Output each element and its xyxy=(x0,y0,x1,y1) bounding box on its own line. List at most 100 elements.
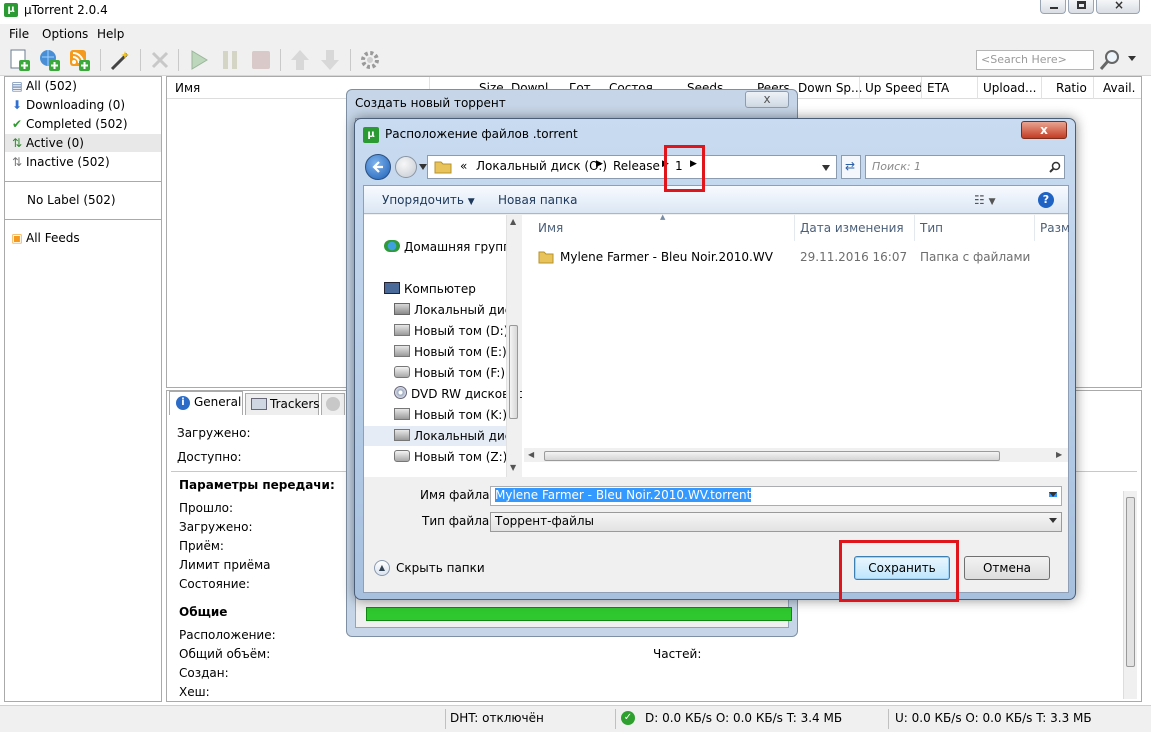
start-icon[interactable] xyxy=(187,48,211,72)
checkmark-icon: ✔ xyxy=(11,117,23,131)
column-header-ratio[interactable]: Ratio xyxy=(1056,81,1087,95)
filename-input[interactable]: Mylene Farmer - Bleu Noir.2010.WV.torren… xyxy=(490,486,1062,506)
scroll-up-icon[interactable]: ▲ xyxy=(510,217,516,226)
forward-button[interactable] xyxy=(395,156,417,178)
tab-general[interactable]: i General xyxy=(169,391,243,415)
refresh-button[interactable]: ⇄ xyxy=(841,155,861,179)
remove-icon[interactable] xyxy=(148,48,172,72)
detail-scrollbar[interactable] xyxy=(1123,491,1137,699)
search-magnifier-icon[interactable] xyxy=(1098,48,1122,72)
app-titlebar: µ µTorrent 2.0.4 × xyxy=(0,0,1151,24)
dvd-icon xyxy=(394,386,407,399)
help-icon[interactable]: ? xyxy=(1038,192,1054,208)
column-header-size[interactable]: Разм xyxy=(1040,221,1070,235)
view-options-icon[interactable]: ☷ ▼ xyxy=(974,193,996,207)
sidebar-item-completed[interactable]: ✔ Completed (502) xyxy=(11,115,128,133)
horizontal-scroll-thumb[interactable] xyxy=(544,451,1000,461)
tab-trackers[interactable]: Trackers xyxy=(245,393,320,415)
file-list[interactable]: ▲ Имя Дата изменения Тип Разм Mylene Far… xyxy=(522,213,1070,477)
download-arrow-icon: ⬇ xyxy=(11,98,23,112)
menu-help[interactable]: Help xyxy=(97,27,124,41)
drive-icon xyxy=(394,345,410,357)
pause-icon[interactable] xyxy=(218,48,242,72)
filetype-select[interactable]: Торрент-файлы xyxy=(490,512,1062,532)
downloaded-amount-label: Загружено: xyxy=(179,520,253,534)
filename-dropdown-icon[interactable] xyxy=(1049,492,1057,497)
scroll-left-icon[interactable]: ◀ xyxy=(528,450,534,459)
add-url-icon[interactable] xyxy=(38,48,62,72)
scroll-right-icon[interactable]: ▶ xyxy=(1056,450,1062,459)
back-button[interactable] xyxy=(365,154,391,180)
toolbar-search-input[interactable]: <Search Here> xyxy=(976,50,1094,70)
column-header-eta[interactable]: ETA xyxy=(927,81,949,95)
create-torrent-close-button[interactable]: x xyxy=(745,91,789,108)
cancel-button[interactable]: Отмена xyxy=(964,556,1050,580)
column-header-down-speed[interactable]: Down Sp... xyxy=(798,81,863,95)
breadcrumb-separator-icon[interactable]: ▶ xyxy=(596,159,603,169)
command-bar: Упорядочить ▼ Новая папка ☷ ▼ ? xyxy=(364,186,1068,214)
preferences-gear-icon[interactable] xyxy=(358,48,382,72)
transfer-section-header: Параметры передачи: xyxy=(179,478,335,492)
downloaded-label: Загружено: xyxy=(177,426,251,440)
add-torrent-icon[interactable] xyxy=(8,48,32,72)
sort-ascending-icon: ▲ xyxy=(660,213,666,221)
save-dialog-close-button[interactable]: x xyxy=(1021,121,1067,139)
filetype-dropdown-icon[interactable] xyxy=(1049,518,1057,523)
sidebar-item-downloading[interactable]: ⬇ Downloading (0) xyxy=(11,96,125,114)
utorrent-logo-icon: µ xyxy=(4,3,18,17)
column-header-availability[interactable]: Avail. xyxy=(1103,81,1135,95)
column-header-date-modified[interactable]: Дата изменения xyxy=(800,221,904,235)
menu-file[interactable]: File xyxy=(9,27,29,41)
minimize-button[interactable] xyxy=(1040,0,1066,14)
network-ok-icon[interactable]: ✓ xyxy=(621,711,635,725)
move-down-icon[interactable] xyxy=(318,48,342,72)
menu-bar: File Options Help xyxy=(0,24,1151,44)
breadcrumb-overflow[interactable]: « xyxy=(460,159,467,173)
column-header-uploaded[interactable]: Upload... xyxy=(983,81,1037,95)
download-limit-label: Лимит приёма xyxy=(179,558,271,572)
tab-peers[interactable] xyxy=(321,393,345,415)
nav-item-homegroup[interactable]: Домашняя группа xyxy=(384,237,524,257)
sidebar-item-active[interactable]: ⇅ Active (0) xyxy=(5,134,161,152)
column-header-name[interactable]: Имя xyxy=(175,81,200,95)
nav-item-local-disk-selected[interactable]: Локальный диск xyxy=(364,426,506,446)
maximize-button[interactable] xyxy=(1068,0,1094,14)
column-header-file-name[interactable]: Имя xyxy=(538,221,563,235)
collapse-chevron-up-icon: ▲ xyxy=(374,560,390,576)
dht-status[interactable]: DHT: отключён xyxy=(450,711,544,725)
trackers-icon xyxy=(251,398,267,410)
nav-item-computer[interactable]: Компьютер xyxy=(384,279,524,299)
stop-icon[interactable] xyxy=(249,48,273,72)
sidebar-item-all[interactable]: ▤ All (502) xyxy=(11,77,77,95)
breadcrumb[interactable]: « Локальный диск (O:) ▶ Release ▶ 1 ▶ xyxy=(427,155,837,179)
close-window-button[interactable]: × xyxy=(1096,0,1140,14)
organize-button[interactable]: Упорядочить ▼ xyxy=(382,193,475,207)
file-type: Папка с файлами xyxy=(920,250,1031,264)
new-folder-button[interactable]: Новая папка xyxy=(498,193,577,207)
add-rss-icon[interactable] xyxy=(68,48,92,72)
folder-search-input[interactable]: Поиск: 1 xyxy=(865,155,1065,179)
breadcrumb-item-drive[interactable]: Локальный диск (O:) xyxy=(476,159,607,173)
move-up-icon[interactable] xyxy=(288,48,312,72)
column-header-type[interactable]: Тип xyxy=(920,221,943,235)
column-header-up-speed[interactable]: Up Speed xyxy=(865,81,923,95)
file-list-horizontal-scrollbar[interactable]: ◀ ▶ xyxy=(524,448,1068,462)
breadcrumb-item-release[interactable]: Release xyxy=(613,159,660,173)
download-status[interactable]: D: 0.0 КБ/s O: 0.0 КБ/s T: 3.4 МБ xyxy=(645,711,842,725)
address-dropdown-icon[interactable] xyxy=(822,165,830,171)
scroll-down-icon[interactable]: ▼ xyxy=(510,463,516,472)
menu-options[interactable]: Options xyxy=(42,27,88,41)
search-icon[interactable] xyxy=(1049,161,1061,173)
app-title: µTorrent 2.0.4 xyxy=(24,3,108,17)
sidebar-item-inactive[interactable]: ⇅ Inactive (502) xyxy=(11,153,110,171)
search-dropdown-chevron-icon[interactable] xyxy=(1127,55,1137,63)
back-arrow-icon xyxy=(372,161,383,173)
sidebar-item-all-feeds[interactable]: ▣ All Feeds xyxy=(11,229,79,247)
create-torrent-wand-icon[interactable] xyxy=(108,48,132,72)
history-dropdown-icon[interactable] xyxy=(419,164,427,170)
upload-status[interactable]: U: 0.0 КБ/s O: 0.0 КБ/s T: 3.3 МБ xyxy=(895,711,1092,725)
navigation-scrollbar[interactable]: ▲ ▼ xyxy=(506,215,520,477)
sidebar-item-no-label[interactable]: No Label (502) xyxy=(27,191,116,209)
drive-icon xyxy=(394,366,410,378)
file-row[interactable]: Mylene Farmer - Bleu Noir.2010.WV 29.11.… xyxy=(536,247,1064,267)
